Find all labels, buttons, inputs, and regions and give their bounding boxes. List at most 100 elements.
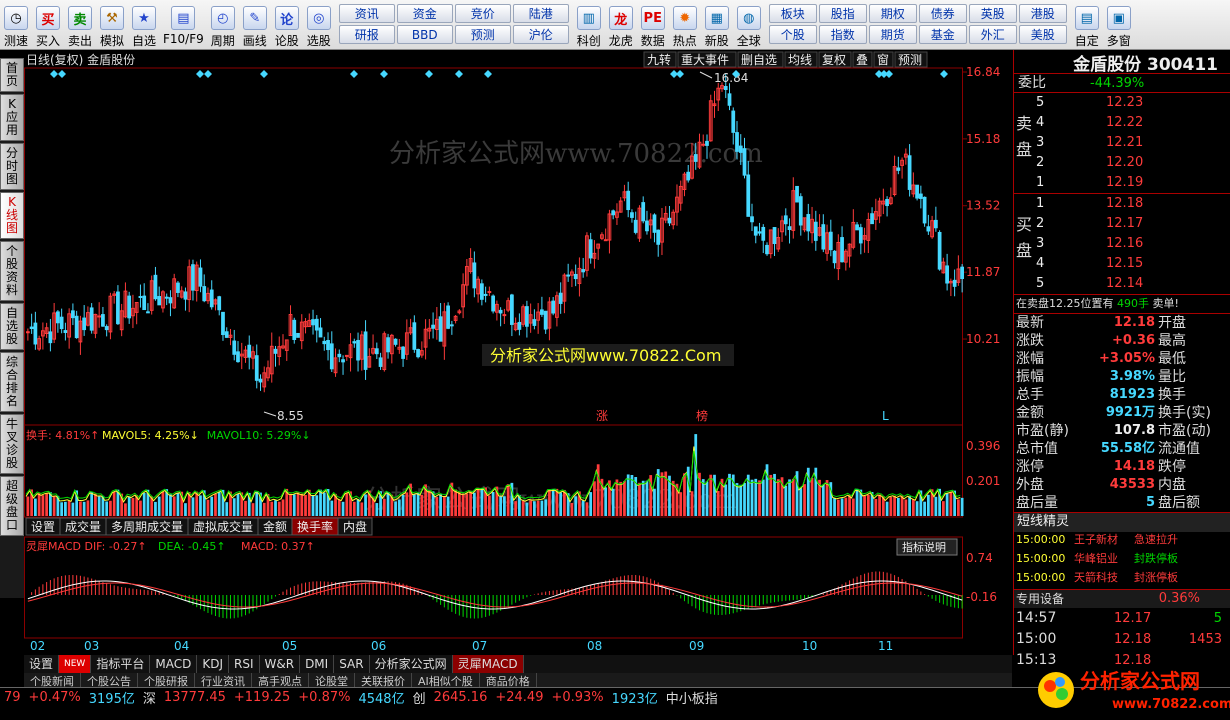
vol-bar	[439, 494, 442, 516]
vol-bar	[525, 502, 529, 516]
indicator-tab[interactable]: 设置	[24, 655, 60, 673]
nav-tab[interactable]: 超级盘口	[0, 476, 24, 536]
toolbar: ◷ 测速买买入卖卖出 ⚒ 模拟 ★ 自选 ▤ F10/F9 ◴ 周期 ✎ 画线论论股 ◎ 选股 资讯 资金 竞价…	[0, 0, 1230, 50]
info-tab[interactable]: AI相似个股	[412, 673, 480, 688]
龙虎-button[interactable]: 龙龙虎	[605, 0, 637, 49]
market-button[interactable]: 指数	[818, 25, 867, 44]
quick-button[interactable]: 竞价	[454, 4, 511, 23]
nav-tab[interactable]: 自选股	[0, 303, 24, 350]
自定-button[interactable]: ▤ 自定	[1071, 0, 1103, 49]
candle-body	[896, 167, 901, 171]
indicator-tab[interactable]: MACD	[150, 655, 198, 673]
candle-body	[217, 296, 222, 311]
数据-button[interactable]: PE 数据	[637, 0, 669, 49]
quick-button[interactable]: 陆港	[512, 4, 569, 23]
info-tab[interactable]: 高手观点	[252, 673, 309, 688]
画线-button[interactable]: ✎ 画线	[239, 0, 271, 49]
nav-tab[interactable]: 首页	[0, 58, 24, 92]
多窗-button[interactable]: ▣ 多窗	[1103, 0, 1135, 49]
indicator-tab[interactable]: RSI	[229, 655, 260, 673]
新股-button[interactable]: ▦ 新股	[701, 0, 733, 49]
indicator-tab[interactable]: 分析家公式网	[370, 655, 453, 673]
market-button[interactable]: 个股	[768, 25, 817, 44]
vol-bar	[397, 499, 401, 516]
quick-button[interactable]: BBD	[396, 25, 453, 44]
测速-button[interactable]: ◷ 测速	[0, 0, 32, 49]
candle-body	[116, 291, 120, 325]
买入-button[interactable]: 买买入	[32, 0, 64, 49]
vol-bar	[446, 496, 450, 516]
F10-F9-button[interactable]: ▤ F10/F9	[160, 0, 207, 49]
vol-bar	[161, 492, 165, 516]
market-button[interactable]: 板块	[768, 4, 817, 23]
vol-bar	[630, 474, 634, 516]
status-item: 创	[412, 691, 426, 707]
vol-bar	[277, 501, 281, 516]
论股-button[interactable]: 论论股	[271, 0, 303, 49]
candle-body	[795, 185, 799, 203]
info-tab[interactable]: 论股堂	[309, 673, 355, 688]
quick-button[interactable]: 预测	[454, 25, 511, 44]
market-button[interactable]: 港股	[1018, 4, 1067, 23]
nav-tab[interactable]: 个股资料	[0, 241, 24, 301]
vol-bar	[105, 501, 109, 516]
info-tab[interactable]: 个股公告	[81, 673, 138, 688]
自选-button[interactable]: ★ 自选	[128, 0, 160, 49]
vol-bar	[461, 494, 465, 516]
info-tab[interactable]: 商品价格	[480, 673, 537, 688]
vol-bar	[908, 496, 911, 516]
周期-button[interactable]: ◴ 周期	[207, 0, 239, 49]
选股-button[interactable]: ◎ 选股	[303, 0, 335, 49]
全球-button[interactable]: ◍ 全球	[733, 0, 765, 49]
indicator-tab[interactable]: 指标平台	[91, 655, 151, 673]
vol-bar	[533, 501, 536, 516]
macd-indicator: 灵犀MACD DIF: -0.27↑	[26, 540, 147, 553]
nav-tab[interactable]: K线图	[0, 192, 24, 239]
svg-text:www.70822.com: www.70822.com	[1112, 697, 1230, 712]
candle-body	[498, 309, 503, 314]
market-button[interactable]: 美股	[1018, 25, 1067, 44]
indicator-tab[interactable]: W&R	[260, 655, 301, 673]
info-tab[interactable]: 关联报价	[355, 673, 412, 688]
quick-button[interactable]: 研报	[338, 25, 395, 44]
vol-bar	[589, 492, 593, 516]
market-button[interactable]: 英股	[968, 4, 1017, 23]
vol-bar	[386, 492, 390, 516]
candle-body	[232, 340, 237, 355]
nav-tab[interactable]: 综合排名	[0, 352, 24, 412]
candle-body	[727, 93, 732, 106]
indicator-tab[interactable]: NEW	[59, 655, 92, 673]
quick-button[interactable]: 资金	[396, 4, 453, 23]
模拟-button[interactable]: ⚒ 模拟	[96, 0, 128, 49]
热点-button[interactable]: ✹ 热点	[669, 0, 701, 49]
nav-tab[interactable]: 牛叉诊股	[0, 414, 24, 474]
indicator-tab[interactable]: KDJ	[197, 655, 229, 673]
nav-tab[interactable]: K应用	[0, 94, 24, 141]
market-button[interactable]: 期权	[868, 4, 917, 23]
svg-text:指标说明: 指标说明	[902, 540, 946, 554]
market-button[interactable]: 债券	[918, 4, 967, 23]
market-button[interactable]: 期货	[868, 25, 917, 44]
nav-tab[interactable]: 分时图	[0, 143, 24, 190]
info-tab[interactable]: 个股新闻	[24, 673, 81, 688]
market-button[interactable]: 股指	[818, 4, 867, 23]
info-tab[interactable]: 行业资讯	[195, 673, 252, 688]
indicator-tab[interactable]: SAR	[334, 655, 370, 673]
vol-bar	[442, 496, 446, 516]
market-button[interactable]: 外汇	[968, 25, 1017, 44]
candle-body	[74, 315, 79, 339]
卖出-button[interactable]: 卖卖出	[64, 0, 96, 49]
indicator-tab[interactable]: 灵犀MACD	[452, 655, 524, 673]
info-tab[interactable]: 个股研报	[138, 673, 195, 688]
quick-button[interactable]: 沪伦	[512, 25, 569, 44]
quick-grid-2: 板块 股指 期权 债券 英股 港股个股 指数 期货 基金 外汇 美股	[765, 0, 1071, 48]
toolbar-label: 模拟	[99, 34, 124, 48]
candle-body	[540, 309, 544, 315]
kline-chart-area[interactable]: 日线(复权) 金盾股份 九转 重大事件 删自选 均线 复权叠窗预测分析家公式网www.70…	[24, 50, 1013, 655]
quick-button[interactable]: 资讯	[338, 4, 395, 23]
科创-button[interactable]: ▥ 科创	[573, 0, 605, 49]
indicator-tab[interactable]: DMI	[300, 655, 335, 673]
toolbar-label: 科创	[576, 34, 601, 48]
market-button[interactable]: 基金	[918, 25, 967, 44]
vol-bar	[360, 502, 364, 516]
